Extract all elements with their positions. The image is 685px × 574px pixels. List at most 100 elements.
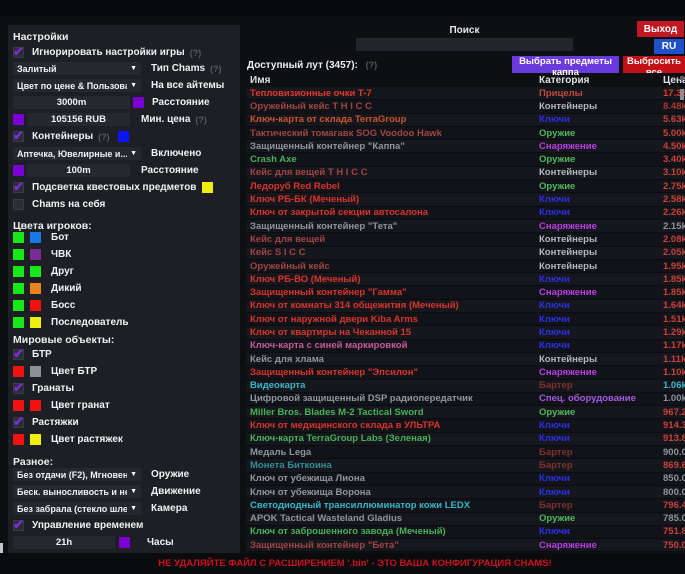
world-color-label: Цвет растяжек <box>51 434 123 445</box>
table-row[interactable]: Ключ-карта TerraGroup Labs (Зеленая)Ключ… <box>246 433 685 446</box>
exit-button[interactable]: Выход <box>637 21 684 37</box>
item-category: Ключи <box>539 314 663 325</box>
table-row[interactable]: Ключ от наружной двери Kiba ArmsКлючи1.5… <box>246 313 685 326</box>
table-row[interactable]: Ключ-карта от склада TerraGroupКлючи5.63… <box>246 114 685 127</box>
esp-color-swatch[interactable] <box>13 266 24 277</box>
world-object-checkbox[interactable] <box>13 417 24 428</box>
column-category[interactable]: Категория <box>539 75 663 87</box>
table-row[interactable]: Кейс для вещейКонтейнеры2.08kk <box>246 233 685 246</box>
world-color-swatch[interactable] <box>13 400 24 411</box>
item-price: 1.95kk <box>663 261 685 272</box>
loot-filter-dropdown[interactable]: Аптечка, Ювелирные и... ▼ <box>13 147 141 160</box>
table-row[interactable]: Светодиодный трансиллюминатор кожи LEDXБ… <box>246 499 685 512</box>
table-row[interactable]: Кейс S I C CКонтейнеры2.05kk <box>246 247 685 260</box>
table-row[interactable]: Защищенный контейнер "Бета"Снаряжение750… <box>246 539 685 552</box>
table-row[interactable]: Ключ от убежища ВоронаКлючи800.0k <box>246 486 685 499</box>
table-row[interactable]: Кейс для хламаКонтейнеры1.11kk <box>246 353 685 366</box>
language-button[interactable]: RU <box>654 39 684 54</box>
esp-color-swatch[interactable] <box>13 232 24 243</box>
table-row[interactable]: Кейс для вещей T H I C CКонтейнеры3.10kk <box>246 167 685 180</box>
player-color-swatch[interactable] <box>30 232 41 243</box>
item-price: 1.51kk <box>663 314 685 325</box>
player-color-swatch[interactable] <box>30 317 41 328</box>
world-object-checkbox[interactable] <box>13 383 24 394</box>
table-scroll-top[interactable] <box>680 76 684 80</box>
world-color-swatch[interactable] <box>30 366 41 377</box>
chevron-down-icon: ▼ <box>130 150 137 157</box>
table-row[interactable]: Ключ от медицинского склада в УЛЬТРАКлюч… <box>246 419 685 432</box>
quest-highlight-checkbox[interactable] <box>13 182 24 193</box>
table-row[interactable]: Ключ от закрытой секции автосалонаКлючи2… <box>246 207 685 220</box>
table-row[interactable]: Ключ от убежища ЛионаКлючи850.0k <box>246 473 685 486</box>
table-row[interactable]: Защищенный контейнер "Гамма"Снаряжение1.… <box>246 286 685 299</box>
item-name: Crash Axe <box>246 154 539 165</box>
table-row[interactable]: Ключ РБ-БК (Меченый)Ключи2.58kk <box>246 193 685 206</box>
world-color-swatch[interactable] <box>13 434 24 445</box>
ignore-game-settings-checkbox[interactable] <box>13 47 24 58</box>
table-row[interactable]: Цифровой защищенный DSP радиопередатчикС… <box>246 393 685 406</box>
esp-color-swatch[interactable] <box>13 283 24 294</box>
item-price: 1.17kk <box>663 340 685 351</box>
table-row[interactable]: Оружейный кейс T H I C CКонтейнеры8.48kk <box>246 100 685 113</box>
table-row[interactable]: Оружейный кейсКонтейнеры1.95kk <box>246 260 685 273</box>
table-row[interactable]: Ключ от комнаты 314 общежития (Меченый)К… <box>246 300 685 313</box>
table-row[interactable]: APOK Tactical Wasteland GladiusОружие785… <box>246 513 685 526</box>
esp-color-swatch[interactable] <box>13 300 24 311</box>
esp-distance-input[interactable]: 3000m <box>13 96 130 109</box>
table-row[interactable]: Ключ от заброшенного завода (Меченый)Клю… <box>246 526 685 539</box>
world-object-checkbox[interactable] <box>13 349 24 360</box>
misc-dropdown[interactable]: Беск. выносливость и нет уста▼ <box>13 485 141 498</box>
time-control-checkbox[interactable] <box>13 520 24 531</box>
table-row[interactable]: Crash AxeОружие3.40kk <box>246 153 685 166</box>
world-color-swatch[interactable] <box>30 434 41 445</box>
table-row[interactable]: Медаль LegaБартер900.0k <box>246 446 685 459</box>
table-row[interactable]: Ледоруб Red RebelОружие2.75kk <box>246 180 685 193</box>
table-row[interactable]: ВидеокартаБартер1.06kk <box>246 380 685 393</box>
select-kappa-items-button[interactable]: Выбрать предметы каппа <box>512 56 619 73</box>
table-row[interactable]: Ключ РБ-ВО (Меченый)Ключи1.85kk <box>246 273 685 286</box>
esp-color-swatch[interactable] <box>13 317 24 328</box>
player-color-swatch[interactable] <box>30 300 41 311</box>
color-mode-label: На все айтемы <box>151 80 224 91</box>
table-row[interactable]: Тактический томагавк SOG Voodoo HawkОруж… <box>246 127 685 140</box>
distance-color-swatch[interactable] <box>133 97 144 108</box>
table-row[interactable]: Miller Bros. Blades M-2 Tactical SwordОр… <box>246 406 685 419</box>
loot-distance-color-swatch[interactable] <box>13 165 24 176</box>
table-row[interactable]: Защищенный контейнер "Каппа"Снаряжение4.… <box>246 140 685 153</box>
chams-self-row: Chams на себя <box>13 198 235 211</box>
min-price-color-swatch[interactable] <box>13 114 24 125</box>
table-row[interactable]: Монета БиткоинаБартер869.6k <box>246 459 685 472</box>
player-color-swatch[interactable] <box>30 283 41 294</box>
help-icon: (?) <box>366 60 378 70</box>
player-type-label: Друг <box>51 266 74 277</box>
min-price-input[interactable]: 105156 RUB <box>27 113 130 126</box>
chams-self-checkbox[interactable] <box>13 199 24 210</box>
chams-type-dropdown[interactable]: Залитый ▼ <box>13 62 141 75</box>
containers-checkbox[interactable] <box>13 131 24 142</box>
settings-title-text: Настройки <box>13 31 68 43</box>
hours-color-swatch[interactable] <box>119 537 130 548</box>
table-row[interactable]: Ключ-карта с синей маркировкойКлючи1.17k… <box>246 340 685 353</box>
table-row[interactable]: Тепловизионные очки T-7Прицелы17.33kk <box>246 87 685 100</box>
table-row[interactable]: Ключ от квартиры на Чеканной 15Ключи1.29… <box>246 326 685 339</box>
world-color-swatch[interactable] <box>30 400 41 411</box>
quest-color-swatch[interactable] <box>202 182 213 193</box>
table-row[interactable]: Защищенный контейнер "Эпсилон"Снаряжение… <box>246 366 685 379</box>
table-row[interactable]: Защищенный контейнер "Тета"Снаряжение2.1… <box>246 220 685 233</box>
player-color-swatch[interactable] <box>30 249 41 260</box>
world-color-swatch[interactable] <box>13 366 24 377</box>
table-scrollbar[interactable] <box>680 89 684 100</box>
item-category: Оружие <box>539 407 663 418</box>
containers-color-swatch[interactable] <box>118 131 129 142</box>
column-name[interactable]: Имя <box>246 75 539 87</box>
hours-input[interactable]: 21h <box>13 536 115 549</box>
search-input[interactable] <box>356 38 573 51</box>
player-color-swatch[interactable] <box>30 266 41 277</box>
color-mode-dropdown[interactable]: Цвет по цене & Пользователь ▼ <box>13 79 141 92</box>
drop-all-button[interactable]: Выбросить все <box>623 56 685 73</box>
misc-dropdown[interactable]: Без отдачи (F2), Мгновенное п▼ <box>13 468 141 481</box>
loot-distance-input[interactable]: 100m <box>27 164 130 177</box>
misc-dropdown[interactable]: Без забрала (стекло шлема)▼ <box>13 502 141 515</box>
esp-color-swatch[interactable] <box>13 249 24 260</box>
player-color-row: Дикий <box>13 282 235 295</box>
